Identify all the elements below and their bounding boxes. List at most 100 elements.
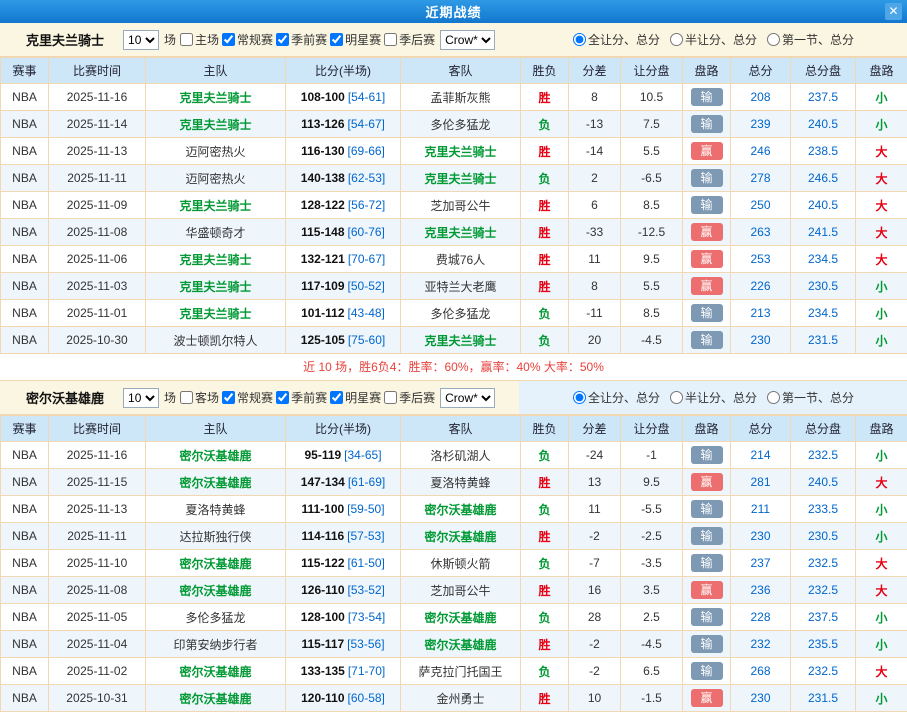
column-header: 客队: [401, 416, 521, 442]
filter-checkbox[interactable]: 季后赛: [383, 389, 435, 406]
total-line-cell: 231.5: [791, 685, 856, 712]
radio-label: 第一节、总分: [782, 31, 854, 48]
table-row: NBA 2025-11-16 密尔沃基雄鹿 95-119[34-65] 洛杉矶湖…: [1, 442, 907, 469]
total-line-cell: 238.5: [791, 138, 856, 165]
result-cell: 负: [521, 442, 569, 469]
table-row: NBA 2025-11-09 克里夫兰骑士 128-122[56-72] 芝加哥…: [1, 192, 907, 219]
checkbox-input[interactable]: [330, 33, 343, 46]
handicap-line-cell: -2.5: [621, 523, 683, 550]
handicap-line-cell: 6.5: [621, 658, 683, 685]
table-row: NBA 2025-11-11 迈阿密热火 140-138[62-53] 克里夫兰…: [1, 165, 907, 192]
result-cell: 胜: [521, 138, 569, 165]
handicap-trend-badge: 输: [691, 304, 723, 322]
sections-container: 克里夫兰骑士 10 场 主场常规赛季前赛明星赛季后赛 Crow* 全让分、总分半…: [0, 23, 907, 712]
company-select[interactable]: Crow*: [440, 30, 495, 50]
checkbox-input[interactable]: [180, 33, 193, 46]
date-cell: 2025-11-08: [49, 219, 146, 246]
total-points-cell: 226: [731, 273, 791, 300]
over-under-cell: 大: [856, 246, 907, 273]
score-cell: 115-122[61-50]: [286, 550, 401, 577]
date-cell: 2025-10-31: [49, 685, 146, 712]
handicap-trend-badge: 输: [691, 500, 723, 518]
filter-radio[interactable]: 第一节、总分: [766, 389, 854, 406]
league-cell: NBA: [1, 604, 49, 631]
home-team-cell: 多伦多猛龙: [146, 604, 286, 631]
checkbox-input[interactable]: [222, 33, 235, 46]
score-cell: 114-116[57-53]: [286, 523, 401, 550]
total-line-cell: 230.5: [791, 523, 856, 550]
radio-input[interactable]: [670, 391, 683, 404]
filter-checkbox[interactable]: 主场: [179, 31, 219, 48]
column-header: 客队: [401, 58, 521, 84]
filter-checkbox[interactable]: 明星赛: [329, 31, 381, 48]
table-row: NBA 2025-11-05 多伦多猛龙 128-100[73-54] 密尔沃基…: [1, 604, 907, 631]
total-points-cell: 214: [731, 442, 791, 469]
table-header-row: 赛事比赛时间主队比分(半场)客队胜负分差让分盘盘路总分总分盘盘路: [1, 416, 907, 442]
checkbox-input[interactable]: [180, 391, 193, 404]
checkbox-input[interactable]: [222, 391, 235, 404]
final-score: 95-119: [304, 448, 341, 462]
score-cell: 126-110[53-52]: [286, 577, 401, 604]
home-team-cell: 迈阿密热火: [146, 165, 286, 192]
radio-input[interactable]: [670, 33, 683, 46]
games-count-select[interactable]: 10: [123, 388, 159, 408]
filter-radio[interactable]: 半让分、总分: [669, 31, 757, 48]
total-line-cell: 232.5: [791, 550, 856, 577]
result-cell: 胜: [521, 219, 569, 246]
handicap-trend-cell: 输: [683, 300, 731, 327]
handicap-line-cell: 2.5: [621, 604, 683, 631]
filter-checkbox[interactable]: 季后赛: [383, 31, 435, 48]
radio-input[interactable]: [573, 33, 586, 46]
filter-radio[interactable]: 半让分、总分: [669, 389, 757, 406]
filter-radio[interactable]: 全让分、总分: [572, 31, 660, 48]
point-diff-cell: 6: [569, 192, 621, 219]
handicap-line-cell: 3.5: [621, 577, 683, 604]
point-diff-cell: 10: [569, 685, 621, 712]
date-cell: 2025-11-14: [49, 111, 146, 138]
checkbox-input[interactable]: [330, 391, 343, 404]
checkbox-input[interactable]: [384, 33, 397, 46]
half-score: [73-54]: [348, 610, 385, 624]
home-team-cell: 克里夫兰骑士: [146, 273, 286, 300]
total-points-cell: 230: [731, 685, 791, 712]
checkbox-input[interactable]: [276, 391, 289, 404]
games-count-suffix: 场: [164, 31, 176, 48]
filter-checkbox[interactable]: 季前赛: [275, 389, 327, 406]
radio-input[interactable]: [767, 33, 780, 46]
company-select[interactable]: Crow*: [440, 388, 495, 408]
table-row: NBA 2025-11-03 克里夫兰骑士 117-109[50-52] 亚特兰…: [1, 273, 907, 300]
handicap-trend-badge: 输: [691, 196, 723, 214]
filter-checkbox[interactable]: 明星赛: [329, 389, 381, 406]
filter-radio[interactable]: 全让分、总分: [572, 389, 660, 406]
radio-input[interactable]: [767, 391, 780, 404]
date-cell: 2025-11-13: [49, 496, 146, 523]
date-cell: 2025-11-02: [49, 658, 146, 685]
handicap-trend-cell: 输: [683, 165, 731, 192]
home-team-cell: 克里夫兰骑士: [146, 300, 286, 327]
filter-checkbox[interactable]: 季前赛: [275, 31, 327, 48]
score-cell: 147-134[61-69]: [286, 469, 401, 496]
league-cell: NBA: [1, 138, 49, 165]
away-team-cell: 多伦多猛龙: [401, 111, 521, 138]
filter-checkbox[interactable]: 常规赛: [221, 389, 273, 406]
score-cell: 125-105[75-60]: [286, 327, 401, 354]
date-cell: 2025-11-16: [49, 84, 146, 111]
date-cell: 2025-11-11: [49, 523, 146, 550]
filter-radio[interactable]: 第一节、总分: [766, 31, 854, 48]
date-cell: 2025-11-13: [49, 138, 146, 165]
games-count-select[interactable]: 10: [123, 30, 159, 50]
score-cell: 116-130[69-66]: [286, 138, 401, 165]
filter-checkbox[interactable]: 客场: [179, 389, 219, 406]
column-header: 赛事: [1, 416, 49, 442]
checkbox-input[interactable]: [384, 391, 397, 404]
result-cell: 胜: [521, 469, 569, 496]
handicap-trend-cell: 输: [683, 192, 731, 219]
point-diff-cell: -2: [569, 523, 621, 550]
radio-input[interactable]: [573, 391, 586, 404]
final-score: 116-130: [301, 144, 344, 158]
checkbox-input[interactable]: [276, 33, 289, 46]
final-score: 115-148: [301, 225, 344, 239]
filter-checkbox[interactable]: 常规赛: [221, 31, 273, 48]
result-cell: 胜: [521, 192, 569, 219]
close-icon[interactable]: ✕: [885, 3, 902, 20]
